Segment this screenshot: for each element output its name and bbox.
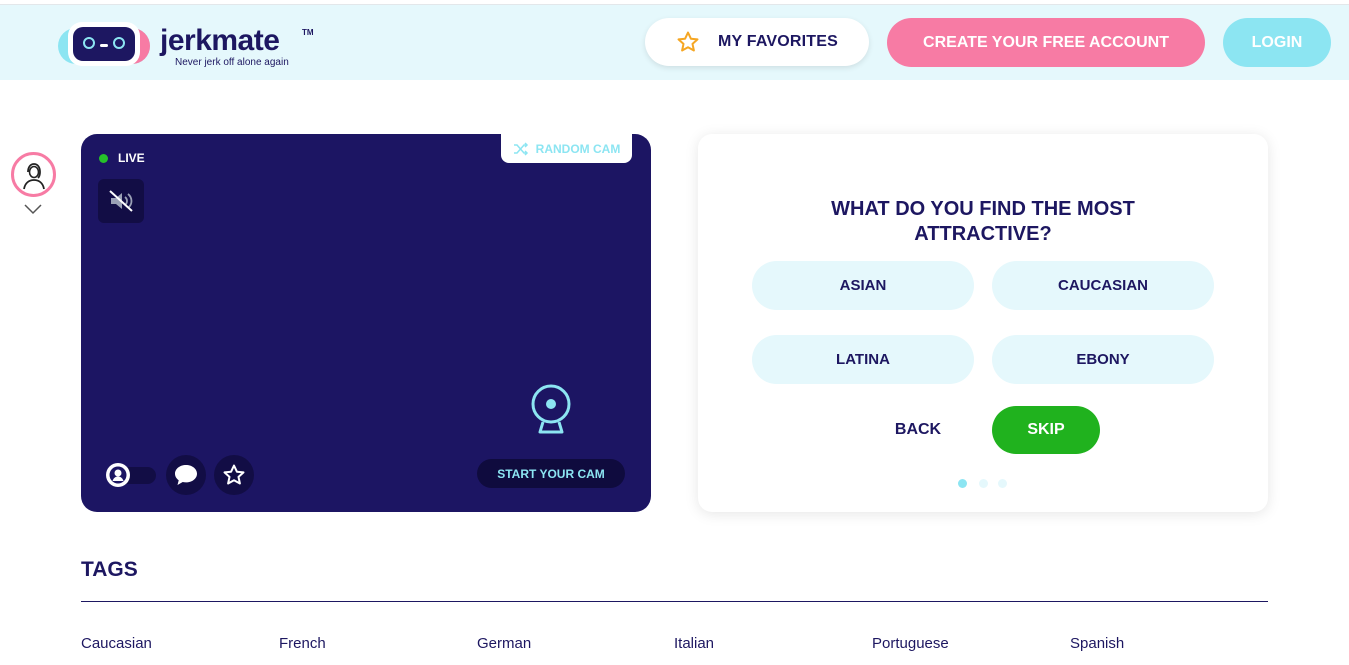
- site-logo[interactable]: jerkmate TM Never jerk off alone again: [56, 18, 316, 70]
- tag-link[interactable]: Portuguese: [872, 635, 949, 652]
- logo-tagline: Never jerk off alone again: [175, 57, 289, 68]
- preference-quiz-card: WHAT DO YOU FIND THE MOST ATTRACTIVE? AS…: [698, 134, 1268, 512]
- chevron-down-icon[interactable]: [23, 203, 43, 215]
- site-header: jerkmate TM Never jerk off alone again M…: [0, 5, 1349, 80]
- live-label: LIVE: [118, 151, 145, 165]
- tag-link[interactable]: German: [477, 635, 531, 652]
- star-icon: [223, 464, 245, 485]
- user-silhouette-icon: [109, 466, 127, 484]
- tags-heading: TAGS: [81, 558, 138, 581]
- camera-view-toggle[interactable]: [106, 463, 158, 487]
- chat-button[interactable]: [166, 455, 206, 495]
- live-dot-icon: [99, 153, 108, 163]
- chat-bubble-icon: [175, 465, 197, 485]
- speaker-muted-icon: [109, 190, 133, 212]
- random-cam-label: RANDOM CAM: [535, 141, 621, 156]
- quiz-step-dot-2: [979, 479, 988, 488]
- favorite-cam-button[interactable]: [214, 455, 254, 495]
- mute-button[interactable]: [98, 179, 144, 223]
- tag-link[interactable]: French: [279, 635, 326, 652]
- quiz-option-latina[interactable]: LATINA: [752, 335, 974, 384]
- user-avatar-icon: [22, 162, 45, 189]
- random-cam-button[interactable]: RANDOM CAM: [501, 134, 632, 163]
- logo-trademark: TM: [302, 28, 314, 37]
- video-player[interactable]: LIVE RANDOM CAM START YOUR CAM: [81, 134, 651, 512]
- quiz-option-caucasian[interactable]: CAUCASIAN: [992, 261, 1214, 310]
- logo-wordmark: jerkmate: [160, 24, 280, 57]
- quiz-step-dot-3: [998, 479, 1007, 488]
- robot-logo-icon: [58, 22, 150, 66]
- toggle-knob: [106, 463, 130, 487]
- login-button[interactable]: LOGIN: [1223, 18, 1331, 67]
- quiz-question: WHAT DO YOU FIND THE MOST ATTRACTIVE?: [831, 198, 1135, 245]
- quiz-step-dot-1: [958, 479, 967, 488]
- shuffle-icon: [513, 141, 528, 156]
- tags-divider: [81, 601, 1268, 602]
- tag-link[interactable]: Italian: [674, 635, 714, 652]
- my-favorites-label: MY FAVORITES: [717, 33, 839, 50]
- quiz-option-ebony[interactable]: EBONY: [992, 335, 1214, 384]
- start-cam-button[interactable]: START YOUR CAM: [477, 459, 625, 488]
- quiz-skip-button[interactable]: SKIP: [992, 406, 1100, 454]
- tag-link[interactable]: Spanish: [1070, 635, 1124, 652]
- user-avatar-button[interactable]: [11, 152, 56, 197]
- star-outline-icon: [677, 31, 699, 52]
- live-indicator: LIVE: [99, 151, 145, 165]
- quiz-option-asian[interactable]: ASIAN: [752, 261, 974, 310]
- my-favorites-button[interactable]: MY FAVORITES: [645, 18, 869, 66]
- tag-link[interactable]: Caucasian: [81, 635, 152, 652]
- create-account-button[interactable]: CREATE YOUR FREE ACCOUNT: [887, 18, 1205, 67]
- quiz-back-button[interactable]: BACK: [878, 406, 958, 454]
- webcam-icon: [531, 384, 571, 434]
